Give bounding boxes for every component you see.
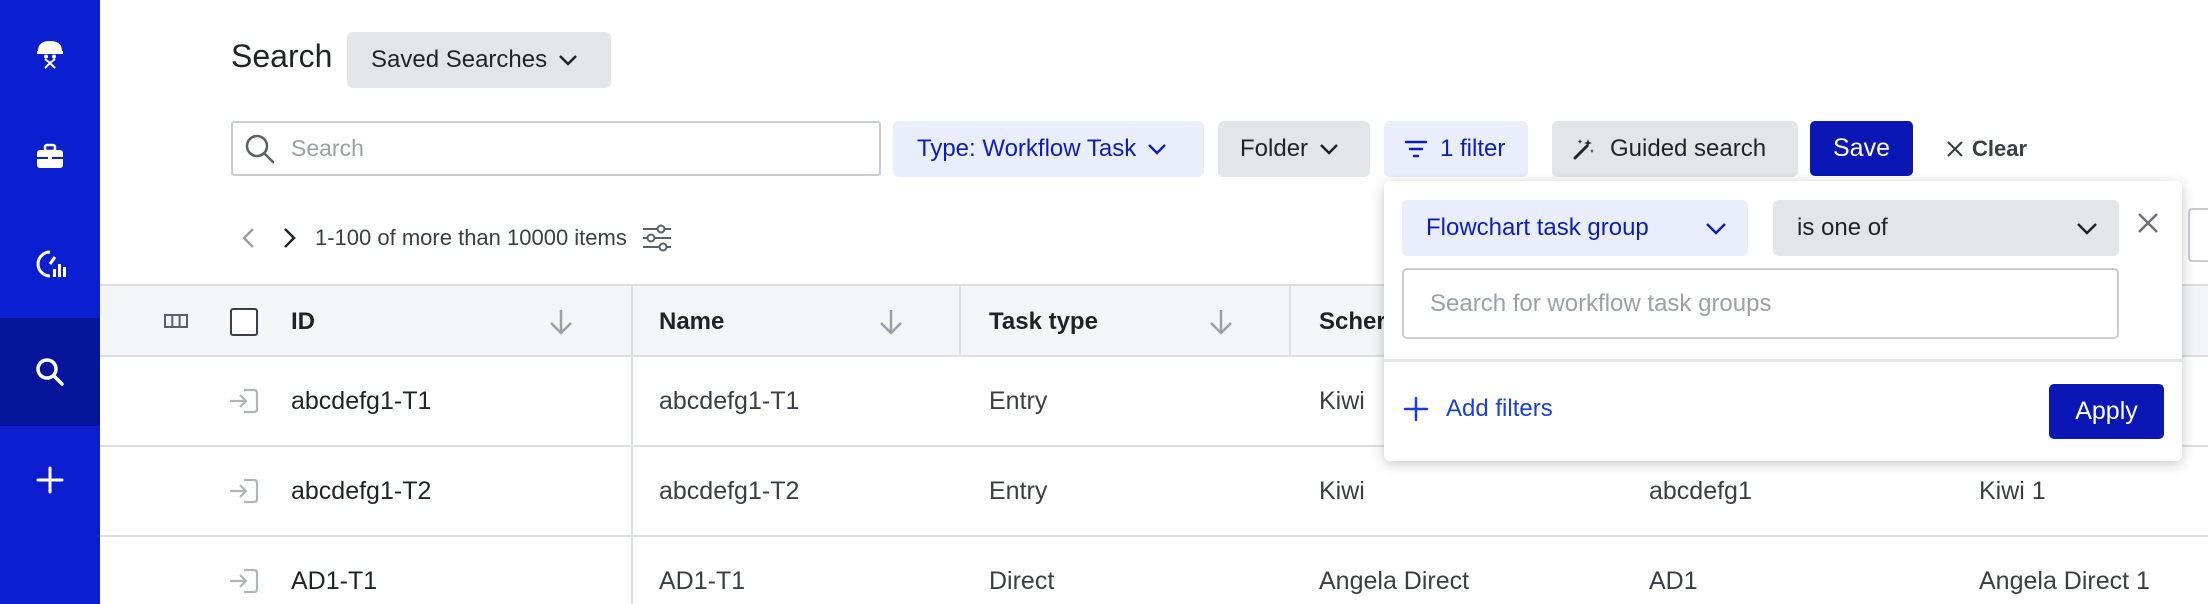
column-divider (1289, 284, 1291, 357)
chevron-down-icon (1320, 144, 1338, 155)
magic-wand-icon (1573, 139, 1594, 160)
chevron-down-icon (559, 55, 577, 66)
sidebar-item-create[interactable] (0, 426, 100, 534)
prev-page-button[interactable] (231, 220, 267, 256)
search-field[interactable] (231, 121, 881, 176)
column-header-schema[interactable]: Scher (1319, 286, 1386, 357)
filter-count-chip[interactable]: 1 filter (1384, 121, 1528, 177)
column-header-id[interactable]: ID (291, 286, 315, 357)
page-title: Search (231, 38, 333, 74)
type-filter-chip[interactable]: Type: Workflow Task (893, 121, 1204, 177)
filter-icon (1404, 140, 1428, 158)
cell-task-type: Entry (989, 476, 1048, 505)
cell-task-type: Direct (989, 566, 1055, 595)
column-settings-edge[interactable] (2188, 208, 2208, 262)
filter-field-label: Flowchart task group (1426, 214, 1649, 241)
sidebar-item-workspace[interactable] (0, 102, 100, 210)
cell-name: abcdefg1-T2 (659, 476, 800, 505)
save-button[interactable]: Save (1810, 121, 1913, 176)
folder-filter-label: Folder (1240, 135, 1309, 162)
entry-arrow-icon (230, 478, 259, 504)
robot-icon (37, 41, 63, 69)
cell-id[interactable]: AD1-T1 (291, 537, 377, 604)
sliders-icon[interactable] (641, 224, 673, 252)
sort-arrow-down-icon[interactable] (548, 308, 574, 336)
sidebar-item-logo[interactable] (0, 0, 100, 108)
entry-arrow-icon (230, 568, 259, 594)
filter-value-input[interactable] (1430, 289, 2080, 318)
add-filters-label: Add filters (1446, 395, 1553, 422)
briefcase-icon (37, 143, 63, 168)
guided-search-label: Guided search (1610, 135, 1767, 162)
clear-button[interactable]: Clear (1946, 121, 2027, 177)
cell-schema: Kiwi (1319, 386, 1365, 415)
folder-filter-chip[interactable]: Folder (1218, 121, 1370, 177)
chevron-left-icon (242, 228, 254, 248)
cell-name: abcdefg1-T1 (659, 386, 800, 415)
sidebar (0, 0, 100, 604)
filter-popover: Flowchart task group is one of Add filte… (1384, 181, 2182, 461)
next-page-button[interactable] (271, 220, 307, 256)
column-divider (959, 284, 961, 357)
plus-icon (1403, 396, 1429, 422)
entry-arrow-icon (230, 388, 259, 414)
plus-icon (36, 466, 64, 494)
pagination: 1-100 of more than 10000 items (231, 220, 673, 256)
chevron-down-icon (2077, 223, 2097, 235)
table-row[interactable]: AD1-T1 AD1-T1 Direct Angela Direct AD1 A… (100, 537, 2208, 604)
app-root: Search Saved Searches Type: Workflow Tas… (0, 0, 2208, 604)
cell-schema: Kiwi (1319, 476, 1365, 505)
chevron-right-icon (284, 228, 296, 248)
saved-searches-label: Saved Searches (371, 46, 548, 73)
column-header-task-type[interactable]: Task type (989, 286, 1098, 357)
clear-label: Clear (1972, 136, 2028, 161)
search-icon (245, 134, 275, 163)
filter-field-select[interactable]: Flowchart task group (1402, 200, 1748, 256)
chevron-down-icon (1148, 144, 1167, 155)
sidebar-item-analytics[interactable] (0, 210, 100, 318)
filter-count-label: 1 filter (1440, 135, 1506, 162)
columns-icon[interactable] (163, 308, 189, 334)
filter-operator-select[interactable]: is one of (1773, 200, 2119, 256)
search-icon (36, 358, 64, 386)
close-icon[interactable] (2136, 211, 2160, 235)
cell-group-name: Angela Direct 1 (1979, 566, 2150, 595)
filter-operator-label: is one of (1797, 214, 1888, 241)
cell-id[interactable]: abcdefg1-T1 (291, 357, 431, 445)
chevron-down-icon (1706, 223, 1726, 235)
guided-search-button[interactable]: Guided search (1552, 121, 1798, 177)
cell-group: AD1 (1649, 566, 1698, 595)
sidebar-item-search[interactable] (0, 318, 100, 426)
item-count: 1-100 of more than 10000 items (315, 225, 627, 250)
apply-button[interactable]: Apply (2049, 384, 2164, 439)
sort-arrow-down-icon[interactable] (1208, 308, 1234, 336)
type-filter-label: Type: Workflow Task (917, 135, 1137, 162)
sort-arrow-down-icon[interactable] (878, 308, 904, 336)
gauge-chart-icon (36, 250, 66, 278)
add-filters-button[interactable]: Add filters (1402, 383, 1553, 435)
search-input[interactable] (291, 135, 851, 162)
saved-searches-button[interactable]: Saved Searches (347, 32, 611, 88)
cell-id[interactable]: abcdefg1-T2 (291, 447, 431, 535)
cell-schema: Angela Direct (1319, 566, 1470, 595)
close-icon (1947, 141, 1963, 157)
cell-task-type: Entry (989, 386, 1048, 415)
cell-name: AD1-T1 (659, 566, 746, 595)
select-all-checkbox[interactable] (230, 308, 258, 336)
filter-value-search[interactable] (1402, 268, 2119, 339)
column-header-name[interactable]: Name (659, 286, 724, 357)
popover-divider (1384, 359, 2182, 362)
